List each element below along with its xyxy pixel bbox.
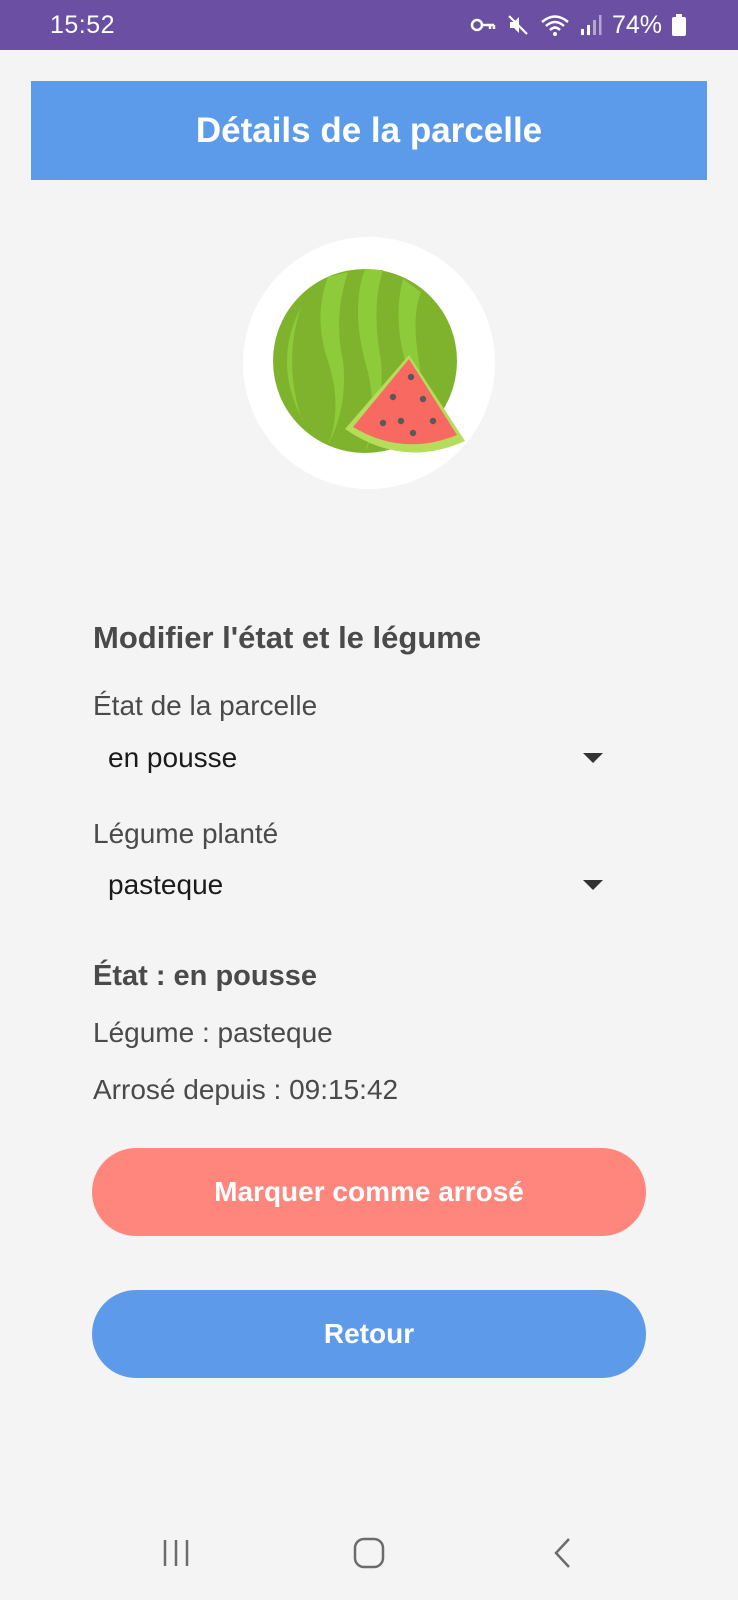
battery-icon: [672, 14, 686, 36]
watered-since-info: Arrosé depuis : 09:15:42: [93, 1074, 399, 1105]
nav-back-button[interactable]: [532, 1523, 592, 1583]
plot-image: [243, 237, 495, 489]
recent-apps-icon: [164, 1539, 189, 1566]
page-title: Détails de la parcelle: [195, 110, 543, 150]
key-icon: [470, 15, 496, 35]
battery-level: 74%: [611, 10, 662, 39]
chevron-down-icon: [583, 753, 603, 763]
recent-apps-button[interactable]: [146, 1523, 206, 1583]
section-title: Modifier l'état et le légume: [93, 620, 482, 655]
vegetable-select-value: pasteque: [108, 869, 224, 900]
state-select[interactable]: en pousse: [93, 730, 617, 786]
watermelon-icon: [273, 269, 465, 453]
mute-icon: [506, 13, 530, 37]
vegetable-select[interactable]: pasteque: [93, 857, 617, 913]
wifi-icon: [540, 13, 570, 37]
page-header: Détails de la parcelle: [31, 81, 707, 180]
state-label: État de la parcelle: [93, 690, 318, 721]
vegetable-info: Légume : pasteque: [93, 1017, 333, 1048]
chevron-down-icon: [583, 880, 603, 890]
state-info: État : en pousse: [93, 960, 317, 992]
back-button[interactable]: Retour: [92, 1290, 646, 1378]
status-icons: 74%: [470, 11, 686, 40]
mark-watered-button[interactable]: Marquer comme arrosé: [92, 1148, 646, 1236]
vegetable-label: Légume planté: [93, 818, 279, 849]
signal-icon: [580, 14, 602, 36]
status-time: 15:52: [50, 10, 116, 39]
home-icon: [353, 1537, 385, 1568]
state-select-value: en pousse: [108, 742, 238, 773]
status-bar: 15:52 74%: [0, 0, 738, 50]
back-icon: [553, 1537, 570, 1568]
home-button[interactable]: [339, 1523, 399, 1583]
system-nav-bar: [0, 1505, 738, 1600]
